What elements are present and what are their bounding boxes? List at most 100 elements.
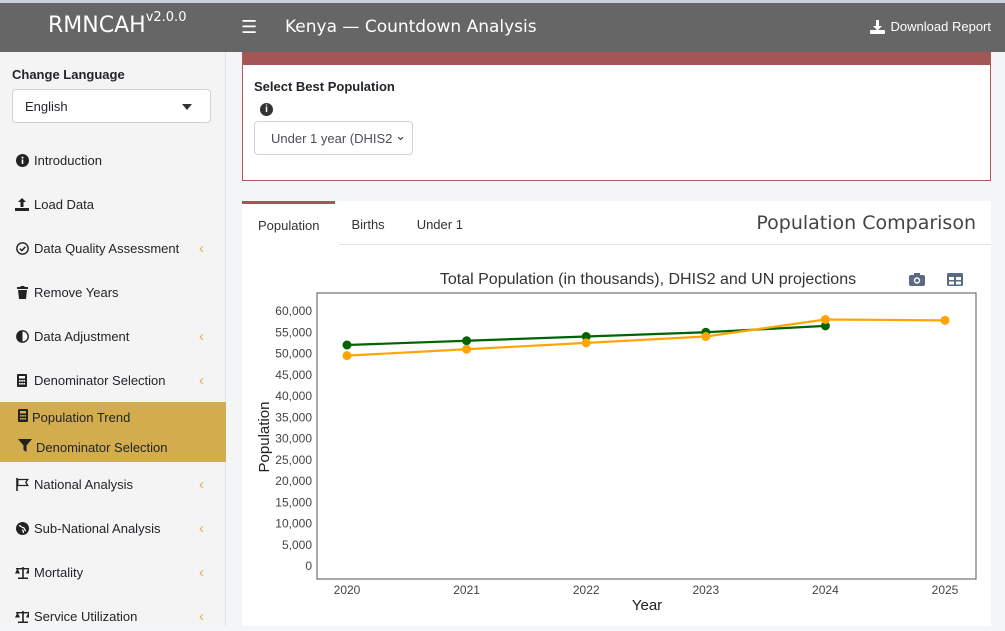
y-tick-label: 25,000	[275, 453, 312, 467]
sidebar-item-remove-years[interactable]: Remove Years	[0, 277, 226, 307]
hamburger-menu-icon[interactable]: ☰	[241, 17, 257, 38]
sidebar-item-denominator-selection[interactable]: Denominator Selection ‹	[0, 365, 226, 395]
download-icon	[869, 19, 885, 34]
chevron-left-icon: ‹	[199, 371, 204, 389]
chevron-left-icon: ‹	[199, 519, 204, 537]
sidebar-subitem-population-trend[interactable]: Population Trend	[0, 402, 226, 432]
sidebar-subitem-label: Denominator Selection	[36, 439, 168, 455]
chevron-left-icon: ‹	[199, 607, 204, 625]
sidebar-item-service-utilization[interactable]: Service Utilization ‹	[0, 601, 226, 631]
data-point[interactable]	[701, 332, 711, 341]
sidebar-subitem-label: Population Trend	[32, 409, 131, 425]
data-point[interactable]	[581, 338, 591, 348]
download-report-button[interactable]: Download Report	[869, 19, 991, 34]
sidebar-item-label: Load Data	[34, 196, 94, 212]
sidebar-item-introduction[interactable]: Introduction	[0, 145, 226, 175]
sidebar-item-data-quality[interactable]: Data Quality Assessment ‹	[0, 233, 226, 263]
flag-icon	[15, 477, 29, 491]
x-tick-label: 2020	[334, 583, 361, 597]
calculator-icon	[15, 373, 29, 387]
adjust-icon	[15, 329, 29, 343]
y-tick-label: 5,000	[282, 538, 312, 552]
chevron-down-icon: ⌄	[393, 128, 406, 144]
x-tick-label: 2025	[932, 583, 959, 597]
sidebar-item-label: Data Adjustment	[34, 328, 130, 344]
series-line-2	[346, 318, 946, 357]
y-tick-label: 35,000	[275, 410, 312, 424]
y-tick-label: 20,000	[275, 474, 312, 488]
y-tick-label: 60,000	[275, 304, 312, 318]
y-tick-label: 0	[305, 559, 312, 573]
page-title: Kenya — Countdown Analysis	[285, 17, 537, 37]
brand-version: v2.0.0	[145, 10, 187, 25]
sidebar-item-sub-national-analysis[interactable]: Sub-National Analysis ‹	[0, 513, 226, 543]
sidebar-item-label: Sub-National Analysis	[34, 520, 161, 536]
sidebar-item-load-data[interactable]: Load Data	[0, 189, 226, 219]
best-population-select[interactable]: Under 1 year (DHIS2 ⌄	[254, 121, 413, 155]
language-select[interactable]: English	[12, 89, 211, 123]
balance-scale-icon	[15, 566, 29, 579]
y-tick-label: 30,000	[275, 432, 312, 446]
sidebar-item-label: Remove Years	[34, 284, 119, 300]
y-tick-label: 10,000	[275, 517, 312, 531]
filter-icon	[18, 439, 32, 455]
camera-icon[interactable]	[909, 273, 925, 286]
select-best-population-label: Select Best Population	[254, 79, 395, 94]
data-point[interactable]	[940, 315, 950, 325]
globe-icon	[15, 521, 29, 535]
x-tick-label: 2021	[453, 583, 480, 597]
data-point[interactable]	[462, 336, 472, 346]
trash-icon	[15, 285, 29, 299]
sidebar-item-label: Introduction	[34, 152, 102, 168]
sidebar-subitem-denominator-selection[interactable]: Denominator Selection	[0, 432, 226, 462]
sidebar-item-label: Denominator Selection	[34, 372, 166, 388]
top-navbar: RMNCAHv2.0.0 ☰ Kenya — Countdown Analysi…	[0, 0, 1005, 52]
caret-down-icon	[182, 104, 192, 110]
y-tick-label: 45,000	[275, 368, 312, 382]
best-population-value: Under 1 year (DHIS2	[271, 131, 393, 146]
y-tick-label: 40,000	[275, 389, 312, 403]
sidebar-item-data-adjustment[interactable]: Data Adjustment ‹	[0, 321, 226, 351]
sidebar-item-label: Mortality	[34, 564, 84, 580]
language-value: English	[25, 99, 68, 114]
x-tick-label: 2023	[692, 583, 719, 597]
sidebar-item-mortality[interactable]: Mortality ‹	[0, 557, 226, 587]
y-axis-label: Population	[256, 402, 273, 473]
chevron-left-icon: ‹	[199, 563, 204, 581]
data-point[interactable]	[342, 351, 352, 361]
chevron-left-icon: ‹	[199, 239, 204, 257]
card-header	[243, 52, 990, 65]
brand-name: RMNCAH	[48, 13, 146, 38]
chevron-left-icon: ‹	[199, 475, 204, 493]
brand-logo[interactable]: RMNCAHv2.0.0	[0, 3, 226, 52]
info-icon[interactable]: i	[260, 103, 273, 116]
data-point[interactable]	[820, 315, 830, 324]
x-axis-label: Year	[632, 597, 662, 614]
y-tick-label: 55,000	[275, 325, 312, 339]
plot-area-frame	[316, 292, 977, 580]
sidebar-item-label: Data Quality Assessment	[34, 240, 180, 256]
balance-scale-icon	[15, 610, 29, 623]
data-point[interactable]	[462, 344, 472, 354]
upload-icon	[15, 197, 29, 211]
population-comparison-card: Population Births Under 1 Population Com…	[242, 201, 991, 626]
data-point[interactable]	[342, 340, 352, 350]
x-tick-label: 2024	[812, 583, 839, 597]
chevron-left-icon: ‹	[199, 327, 204, 345]
change-language-label: Change Language	[12, 67, 125, 82]
calculator-icon	[18, 409, 28, 425]
data-table-icon[interactable]	[947, 273, 963, 286]
sidebar-item-label: National Analysis	[34, 476, 133, 492]
sidebar: Change Language English Introduction Loa…	[0, 52, 226, 626]
sidebar-item-national-analysis[interactable]: National Analysis ‹	[0, 469, 226, 499]
population-line-chart: Total Population (in thousands), DHIS2 a…	[256, 271, 977, 614]
info-circle-icon	[15, 153, 29, 167]
x-tick-label: 2022	[573, 583, 600, 597]
y-tick-label: 15,000	[275, 495, 312, 509]
chart-title: Total Population (in thousands), DHIS2 a…	[440, 271, 856, 288]
population-selection-card: Select Best Population i Under 1 year (D…	[242, 52, 991, 181]
sidebar-item-label: Service Utilization	[34, 608, 138, 624]
check-circle-icon	[15, 241, 29, 255]
download-report-label: Download Report	[890, 19, 991, 34]
y-tick-label: 50,000	[275, 347, 312, 361]
